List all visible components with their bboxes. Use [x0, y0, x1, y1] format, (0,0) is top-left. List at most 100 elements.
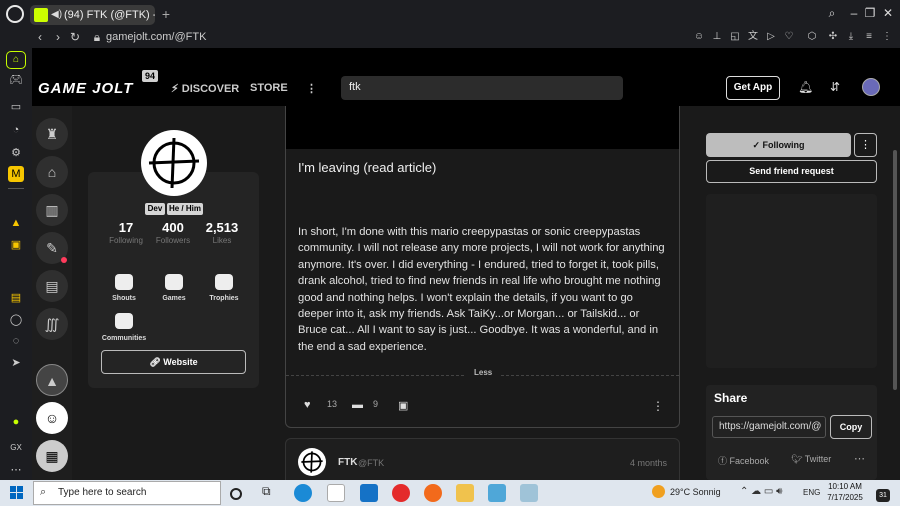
- post2-author-name[interactable]: FTK: [338, 457, 357, 468]
- more-menu-icon[interactable]: ⋮: [306, 82, 317, 95]
- community-avatar-3[interactable]: ▦: [36, 440, 68, 472]
- aria-icon[interactable]: ▲: [8, 215, 24, 231]
- home-icon[interactable]: ⌂: [6, 51, 26, 69]
- forward-button[interactable]: ›: [51, 30, 65, 44]
- control-panel-icon[interactable]: [488, 484, 506, 502]
- following-count[interactable]: 17: [106, 220, 146, 235]
- facebook-share-button[interactable]: ⓕ Facebook: [718, 454, 769, 467]
- download-icon[interactable]: ⤓: [844, 30, 858, 44]
- emoji-icon[interactable]: ☺: [692, 30, 706, 44]
- profile-avatar[interactable]: [141, 130, 207, 196]
- task-view-icon[interactable]: ⧉: [262, 484, 280, 502]
- store-icon[interactable]: [360, 484, 378, 502]
- sound-icon[interactable]: ◀): [51, 5, 62, 25]
- notepad-icon[interactable]: [327, 484, 345, 502]
- share-more-icon[interactable]: ⋯: [854, 452, 865, 465]
- taskbar-search-input[interactable]: Type here to search: [33, 481, 221, 505]
- opera-ai-icon[interactable]: ●: [8, 414, 24, 430]
- speed-icon[interactable]: ◔: [8, 122, 24, 138]
- language-indicator[interactable]: ENG: [803, 488, 820, 497]
- store-link[interactable]: STORE: [250, 82, 288, 94]
- gamejolt-logo[interactable]: GAME JOLT: [38, 80, 133, 97]
- pin-icon[interactable]: ⊥: [710, 30, 724, 44]
- twitter-share-button[interactable]: 🐦︎ Twitter: [791, 454, 831, 465]
- trophies-action[interactable]: Trophies: [204, 274, 244, 302]
- community-avatar-1[interactable]: ▲: [36, 364, 68, 396]
- games-action[interactable]: Games: [156, 274, 192, 302]
- like-icon[interactable]: ♥: [304, 399, 311, 411]
- shouts-action[interactable]: Shouts: [106, 274, 142, 302]
- file-explorer-icon[interactable]: [456, 484, 474, 502]
- firefox-icon[interactable]: [424, 484, 442, 502]
- new-tab-button[interactable]: +: [158, 6, 174, 22]
- likes-count[interactable]: 2,513: [200, 220, 244, 235]
- backpack-nav-icon[interactable]: ▥: [36, 194, 68, 226]
- browser-tab[interactable]: ◀) (94) FTK (@FTK) - Ga: [30, 5, 155, 25]
- windows-start-icon[interactable]: [10, 486, 24, 500]
- gamepad-icon[interactable]: 🎮︎: [8, 72, 24, 88]
- back-button[interactable]: ‹: [33, 30, 47, 44]
- edge-icon[interactable]: [294, 484, 312, 502]
- weather-text[interactable]: 29°C Sonnig: [670, 487, 721, 497]
- heart-icon[interactable]: ♡: [782, 30, 796, 44]
- url-field[interactable]: gamejolt.com/@FTK: [106, 29, 206, 45]
- cube-icon[interactable]: ⬡: [805, 30, 819, 44]
- copy-button[interactable]: Copy: [830, 415, 872, 439]
- cortana-icon[interactable]: [230, 488, 242, 500]
- notification-center-icon[interactable]: 31: [876, 489, 890, 502]
- library-nav-icon[interactable]: ∭: [36, 308, 68, 340]
- user-avatar[interactable]: [862, 78, 880, 96]
- clock-date[interactable]: 7/17/2025: [826, 493, 864, 502]
- twitch-icon[interactable]: ▭: [8, 99, 24, 115]
- chat-nav-icon[interactable]: ▤: [36, 270, 68, 302]
- trophy-nav-icon[interactable]: ♜: [36, 118, 68, 150]
- less-button[interactable]: Less: [466, 368, 501, 377]
- close-button[interactable]: ✕: [880, 5, 896, 21]
- get-app-button[interactable]: Get App: [726, 76, 780, 100]
- following-button[interactable]: ✓ Following: [706, 133, 851, 157]
- sticker-icon[interactable]: ▣: [398, 399, 408, 412]
- community-avatar-2[interactable]: ☺: [36, 402, 68, 434]
- share-url-field[interactable]: https://gamejolt.com/@: [712, 416, 826, 438]
- extensions-icon[interactable]: ✣: [826, 30, 840, 44]
- telegram-icon[interactable]: ➤: [8, 355, 24, 371]
- easy-setup-icon[interactable]: ≡: [862, 30, 876, 44]
- website-button[interactable]: 🔗︎ Website: [101, 350, 246, 374]
- opera-logo-icon[interactable]: [6, 5, 24, 23]
- opera-taskbar-icon[interactable]: [392, 484, 410, 502]
- messenger-icon[interactable]: ◯: [8, 312, 24, 328]
- snapshot-icon[interactable]: ◱: [728, 30, 742, 44]
- translate-icon[interactable]: 文: [746, 30, 760, 44]
- post2-avatar[interactable]: [298, 448, 326, 476]
- more-icon[interactable]: ⋯: [8, 462, 24, 478]
- quest-alert-dot: [61, 257, 67, 263]
- system-tray-icons[interactable]: ⌃ ☁ ▭ 🔊︎: [740, 486, 782, 497]
- bell-icon[interactable]: 🔔︎: [798, 80, 813, 94]
- profile-more-button[interactable]: ⋮: [854, 133, 877, 157]
- restore-button[interactable]: ❐: [862, 5, 878, 21]
- search-input[interactable]: ftk: [341, 76, 623, 100]
- communities-action[interactable]: Communities: [100, 313, 148, 342]
- send-friend-request-button[interactable]: Send friend request: [706, 160, 877, 183]
- crypto-icon[interactable]: ▤: [8, 290, 24, 306]
- discover-link[interactable]: ⚡︎ DISCOVER: [171, 82, 239, 95]
- m-icon[interactable]: M: [8, 166, 24, 182]
- communities-icon: [115, 313, 133, 329]
- chat-icon[interactable]: ▣: [8, 237, 24, 253]
- whatsapp-icon[interactable]: ◌: [8, 333, 24, 349]
- clock-time[interactable]: 10:10 AM: [826, 482, 864, 491]
- scrollbar-thumb[interactable]: [893, 150, 897, 390]
- play-icon[interactable]: ▷: [764, 30, 778, 44]
- reload-button[interactable]: ↻: [68, 30, 82, 44]
- store-nav-icon[interactable]: ⌂: [36, 156, 68, 188]
- comment-icon[interactable]: ▬: [352, 399, 363, 411]
- followers-count[interactable]: 400: [153, 220, 193, 235]
- minimize-button[interactable]: –: [846, 5, 862, 21]
- gx-icon[interactable]: GX: [8, 440, 24, 456]
- search-tabs-icon[interactable]: ⌕: [824, 5, 840, 21]
- activity-icon[interactable]: ⇵: [830, 80, 840, 94]
- post-more-icon[interactable]: ⋮: [652, 399, 664, 413]
- robot-icon[interactable]: ⚙: [8, 145, 24, 161]
- menu-icon[interactable]: ⋮: [880, 30, 894, 44]
- app-icon[interactable]: [520, 484, 538, 502]
